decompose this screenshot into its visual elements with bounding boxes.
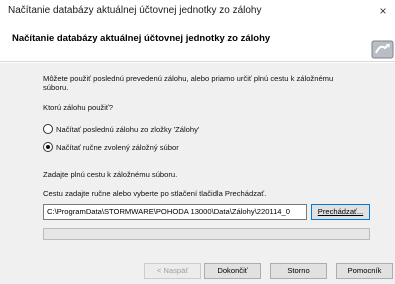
backup-path-input[interactable]: C:\ProgramData\STORMWARE\POHODA 13000\Da… [43, 204, 307, 220]
intro-text-line2: súboru. [43, 83, 69, 92]
path-heading: Zadajte plnú cestu k záložnému súboru. [43, 170, 178, 179]
browse-button[interactable]: Prechádzať... [311, 204, 370, 220]
finish-button[interactable]: Dokončiť [204, 263, 261, 279]
help-button[interactable]: Pomocník [336, 263, 393, 279]
title-bar: Načítanie databázy aktuálnej účtovnej je… [0, 0, 395, 22]
wizard-header: Načítanie databázy aktuálnej účtovnej je… [0, 22, 395, 62]
radio-manual-file[interactable] [43, 142, 53, 152]
radio-last-backup[interactable] [43, 124, 53, 134]
window-title: Načítanie databázy aktuálnej účtovnej je… [8, 5, 262, 16]
intro-text-line1: Môžete použiť poslednú prevedenú zálohu,… [43, 74, 334, 83]
option-manual-file-label[interactable]: Načítať ručne zvolený záložný súbor [56, 143, 179, 152]
browse-button-label: Prechádzať... [317, 207, 364, 216]
option-last-backup-label[interactable]: Načítať poslednú zálohu zo zložky 'Záloh… [56, 125, 199, 134]
back-button[interactable]: < Naspäť [144, 263, 201, 279]
close-button[interactable]: × [375, 3, 391, 19]
cancel-button[interactable]: Storno [270, 263, 327, 279]
progress-bar [43, 228, 370, 240]
path-hint: Cestu zadajte ručne alebo vyberte po stl… [43, 189, 267, 198]
question-label: Ktorú zálohu použiť? [43, 103, 113, 112]
database-restore-icon [371, 40, 394, 59]
wizard-heading: Načítanie databázy aktuálnej účtovnej je… [12, 33, 271, 44]
